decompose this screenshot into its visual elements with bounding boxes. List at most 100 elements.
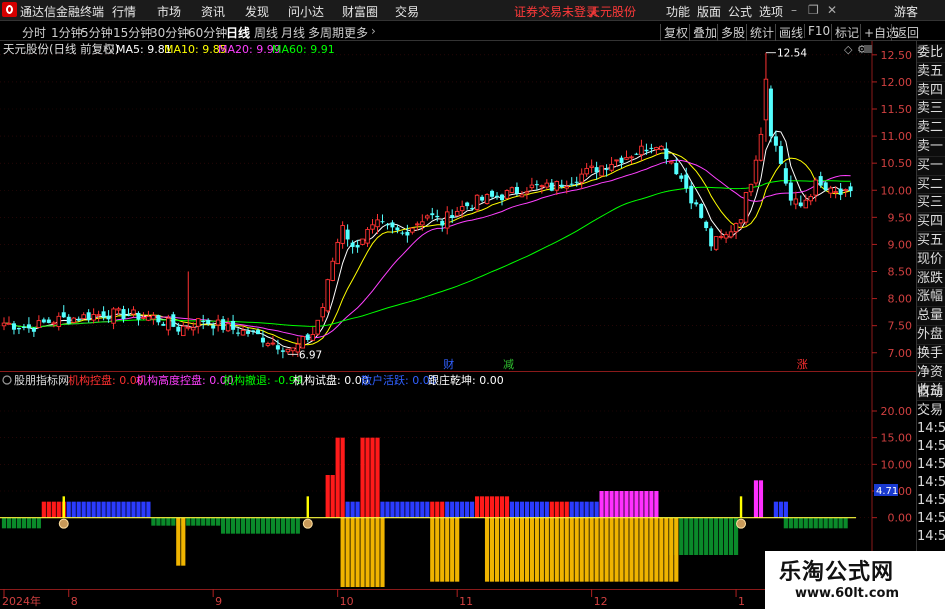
period-30min[interactable]: 30分钟 <box>150 24 189 41</box>
indicator-bar-green <box>699 517 704 555</box>
period-15min[interactable]: 15分钟 <box>113 24 152 41</box>
menu-quotes[interactable]: 行情 <box>112 3 136 20</box>
candle-body-up <box>325 279 330 312</box>
auto-label[interactable]: 自动 <box>917 384 945 402</box>
quote-item-13[interactable]: 涨幅 <box>917 288 945 308</box>
btn-overlay[interactable]: 叠加 <box>689 24 717 41</box>
period-60min[interactable]: 60分钟 <box>188 24 227 41</box>
menu-trade[interactable]: 交易 <box>395 3 419 20</box>
candle-body-down <box>161 323 166 326</box>
candle <box>21 323 26 331</box>
quote-item-6[interactable]: 买一 <box>917 156 945 176</box>
minimize-icon[interactable]: – <box>791 3 797 17</box>
candle-body-up <box>186 326 191 329</box>
price-tick-label: 10.50 <box>881 157 913 170</box>
menu-discover[interactable]: 发现 <box>245 3 269 20</box>
btn-draw[interactable]: 画线 <box>775 24 803 41</box>
date-tick-label: 11 <box>459 595 473 608</box>
candle-body-down <box>260 337 265 343</box>
candle-body-down <box>644 149 649 152</box>
menu-options[interactable]: 选项 <box>759 3 783 20</box>
quote-item-5[interactable]: 卖一 <box>917 137 945 157</box>
quote-item-9[interactable]: 买四 <box>917 213 945 232</box>
candle-body-up <box>415 223 420 226</box>
candle <box>480 194 485 203</box>
candle-body-down <box>255 330 260 335</box>
period-daily[interactable]: 日线 <box>226 24 250 41</box>
period-multi[interactable]: 多周期 <box>308 24 344 41</box>
period-monthly[interactable]: 月线 <box>281 24 305 41</box>
collapse-icon[interactable] <box>864 45 872 53</box>
quote-item-11[interactable]: 现价 <box>917 250 945 270</box>
quote-item-0[interactable]: 委比 <box>917 44 945 63</box>
period-5min[interactable]: 5分钟 <box>81 24 113 41</box>
candle <box>818 171 823 188</box>
indicator-bar-blue <box>345 501 350 518</box>
btn-multi-stock[interactable]: 多股 <box>717 24 745 41</box>
price-tick-label: 9.50 <box>888 211 913 224</box>
menu-market[interactable]: 市场 <box>157 3 181 20</box>
quote-item-8[interactable]: 买三 <box>917 194 945 214</box>
candle-body-down <box>490 190 495 197</box>
menu-formula[interactable]: 公式 <box>728 3 752 20</box>
candle <box>335 238 340 265</box>
login-notice[interactable]: 证券交易未登录 <box>514 3 598 20</box>
candle-body-down <box>604 169 609 171</box>
indicator-gear-icon[interactable] <box>2 375 12 385</box>
indicator-bar-yellow <box>455 517 460 582</box>
period-weekly[interactable]: 周线 <box>254 24 278 41</box>
quote-item-14[interactable]: 总量 <box>917 307 945 326</box>
close-icon[interactable]: ✕ <box>827 3 837 17</box>
diamond-icon[interactable]: ◇ <box>844 43 853 56</box>
quote-item-16[interactable]: 换手 <box>917 344 945 364</box>
btn-back[interactable]: 返回 <box>891 24 919 41</box>
trade-label[interactable]: 交易 <box>917 402 945 420</box>
indicator-bar-yellow <box>539 517 544 582</box>
quote-item-15[interactable]: 外盘 <box>917 325 945 345</box>
guest-label[interactable]: 游客 <box>894 3 918 20</box>
quote-item-10[interactable]: 买五 <box>917 231 945 251</box>
btn-stats[interactable]: 统计 <box>746 24 774 41</box>
period-1min[interactable]: 1分钟 <box>51 24 83 41</box>
kline-chart-area[interactable]: 7.007.508.008.509.009.5010.0010.5011.001… <box>0 41 945 609</box>
candle <box>634 152 639 155</box>
quote-item-4[interactable]: 卖二 <box>917 119 945 138</box>
menu-wealth-circle[interactable]: 财富圈 <box>342 3 378 20</box>
indicator-bar-green <box>270 517 276 534</box>
quote-item-1[interactable]: 卖五 <box>917 62 945 82</box>
indicator-bar-red <box>504 496 510 518</box>
indicator-bar-red <box>41 501 46 518</box>
quote-item-12[interactable]: 涨跌 <box>917 269 945 289</box>
btn-f10[interactable]: F10 <box>804 24 830 38</box>
quote-item-7[interactable]: 买二 <box>917 175 945 195</box>
indicator-bar-green <box>11 517 17 529</box>
indicator-bar-green <box>245 517 251 534</box>
btn-mark[interactable]: 标记 <box>831 24 859 41</box>
menu-function[interactable]: 功能 <box>666 3 690 20</box>
indicator-bar-blue <box>71 501 76 518</box>
high-low-markers: 12.54 6.97 <box>287 48 807 361</box>
candle-body-up <box>753 159 759 184</box>
menu-ask[interactable]: 问小达 <box>288 3 324 20</box>
candle <box>624 150 629 160</box>
indicator-bar-yellow <box>450 517 455 582</box>
candle-body-down <box>385 224 390 226</box>
price-tick-label: 12.00 <box>881 76 913 89</box>
period-more[interactable]: 更多 <box>344 24 368 41</box>
quote-item-2[interactable]: 卖四 <box>917 81 945 101</box>
candle <box>365 227 370 247</box>
period-intraday[interactable]: 分时 <box>22 24 46 41</box>
restore-icon[interactable]: ❐ <box>808 3 819 17</box>
menu-layout[interactable]: 版面 <box>697 3 721 20</box>
quote-item-3[interactable]: 卖三 <box>917 100 945 120</box>
candle-body-down <box>574 181 579 183</box>
candle <box>265 341 271 348</box>
menu-news[interactable]: 资讯 <box>201 3 225 20</box>
quote-item-17[interactable]: 净资 <box>917 363 945 383</box>
btn-adjust[interactable]: 复权 <box>660 24 688 41</box>
indicator-bar-green <box>171 517 176 526</box>
indicator-bar-red <box>375 437 380 518</box>
more-chevron-icon[interactable]: › <box>371 24 376 38</box>
candle-body-down <box>395 227 400 231</box>
candle-body-up <box>529 184 535 189</box>
